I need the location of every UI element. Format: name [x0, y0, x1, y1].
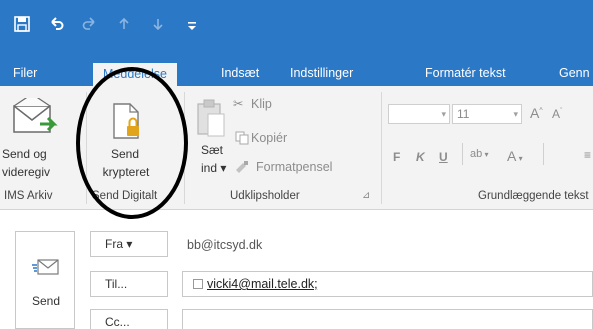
up-arrow-icon[interactable] [114, 14, 134, 34]
format-painter-icon [236, 161, 248, 173]
send-krypteret-label-2: krypteret [102, 165, 150, 179]
group-separator [184, 92, 185, 204]
chevron-down-icon: ▾ [441, 109, 446, 119]
font-size-combo[interactable]: 11 ▾ [452, 104, 522, 124]
chevron-down-icon: ▾ [513, 109, 518, 119]
group-label-grundlaeggende-tekst: Grundlæggende tekst [478, 190, 589, 202]
cc-field[interactable] [182, 309, 593, 329]
scissors-icon: ✂ [233, 97, 244, 111]
group-label-udklipsholder: Udklipsholder [230, 190, 300, 202]
quick-access-toolbar [12, 14, 202, 34]
clipboard-paste-icon [197, 99, 225, 137]
font-size-value: 11 [457, 107, 470, 121]
send-button[interactable]: Send [15, 231, 75, 329]
undo-icon[interactable] [46, 14, 66, 34]
underline-button[interactable]: U [439, 150, 448, 164]
customize-icon[interactable] [182, 14, 202, 34]
paste-label-1: Sæt [201, 143, 224, 157]
format-painter-label: Formatpensel [256, 160, 333, 174]
envelope-forward-icon [13, 98, 58, 133]
down-arrow-icon[interactable] [148, 14, 168, 34]
ims-button-label-1: Send og [2, 147, 47, 161]
highlight-button[interactable]: ab ▾ [470, 148, 489, 160]
format-separator [462, 143, 463, 165]
grow-font-button[interactable]: A^ [530, 105, 543, 121]
copy-icon [235, 131, 249, 145]
tab-indsaet[interactable]: Indsæt [221, 62, 259, 86]
bullets-icon[interactable]: ≡ [584, 148, 591, 162]
to-field[interactable]: vicki4@mail.tele.dk; [182, 271, 593, 297]
to-recipient[interactable]: vicki4@mail.tele.dk; [207, 277, 318, 291]
ims-button-label-2: videregiv [2, 165, 51, 179]
copy-label: Kopiér [251, 131, 288, 145]
from-button[interactable]: Fra ▾ [90, 231, 168, 257]
cc-button[interactable]: Cc... [90, 309, 168, 329]
font-color-button[interactable]: A ▾ [507, 148, 523, 164]
title-bar [0, 0, 593, 62]
group-separator [381, 92, 382, 204]
paste-label-2: ind ▾ [201, 161, 227, 175]
tab-meddelelse[interactable]: Meddelelse [93, 62, 177, 86]
group-label-send-digitalt: Send Digitalt [92, 190, 158, 202]
italic-button[interactable]: K [416, 150, 425, 164]
encrypted-document-icon [113, 103, 139, 139]
tab-indstillinger[interactable]: Indstillinger [290, 62, 353, 86]
group-label-ims-arkiv: IMS Arkiv [4, 190, 53, 202]
cut-label: Klip [251, 97, 272, 111]
send-label: Send [31, 294, 61, 308]
tab-formater-tekst[interactable]: Formatér tekst [425, 62, 506, 86]
shrink-font-button[interactable]: Aˇ [552, 107, 562, 121]
dialog-launcher-icon[interactable]: ⊿ [362, 190, 370, 201]
font-name-combo[interactable]: ▾ [388, 104, 450, 124]
from-value: bb@itcsyd.dk [187, 238, 263, 252]
save-icon[interactable] [12, 14, 32, 34]
group-separator [86, 92, 87, 204]
tab-gennemse[interactable]: Genn [559, 62, 590, 86]
ribbon: Send og videregiv IMS Arkiv Send krypter… [0, 86, 593, 210]
bold-button[interactable]: F [393, 150, 400, 164]
recipient-checkbox[interactable] [193, 279, 203, 289]
send-envelope-icon [32, 259, 59, 275]
redo-icon[interactable] [80, 14, 100, 34]
format-separator [543, 143, 544, 165]
compose-header: Send Fra ▾ bb@itcsyd.dk Til... vicki4@ma… [0, 211, 593, 329]
ribbon-tabs: Filer Meddelelse Indsæt Indstillinger Fo… [0, 62, 593, 86]
send-krypteret-label-1: Send [110, 147, 140, 161]
to-button[interactable]: Til... [90, 271, 168, 297]
tab-filer[interactable]: Filer [13, 62, 37, 86]
